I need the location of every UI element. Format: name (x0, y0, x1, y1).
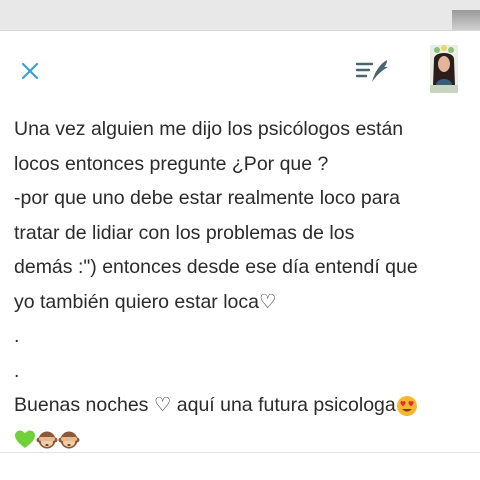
post-line-last: Buenas noches ♡ aquí una futura psicolog… (14, 388, 470, 423)
post-line: locos entonces pregunte ¿Por que ? (14, 152, 329, 175)
divider (0, 452, 480, 453)
post-line-text: Buenas noches ♡ aquí una futura psicolog… (14, 394, 396, 416)
post-line: yo también quiero estar loca♡ (14, 290, 277, 313)
post-line: tratar de lidiar con los problemas de lo… (14, 221, 355, 244)
status-thumbnail (452, 10, 480, 30)
see-no-evil-monkey-emoji (36, 431, 58, 449)
publish-button[interactable] (352, 53, 394, 89)
user-avatar[interactable] (430, 45, 458, 93)
close-button[interactable] (14, 55, 46, 87)
green-heart-emoji (15, 430, 35, 449)
avatar-image (430, 45, 458, 93)
post-line: -por que uno debe estar realmente loco p… (14, 187, 400, 209)
heart-eyes-emoji (396, 395, 417, 416)
see-no-evil-monkey-emoji (58, 431, 80, 449)
post-line: Una vez alguien me dijo los psicólogos e… (14, 118, 404, 140)
post-line: . (14, 325, 20, 347)
status-strip (0, 0, 480, 30)
post-line: demás :") entonces desde ese día entendí… (14, 256, 418, 278)
publish-quill-icon (355, 60, 388, 82)
editor-header (0, 30, 480, 111)
close-icon (21, 62, 39, 80)
post-body[interactable]: Una vez alguien me dijo los psicólogos e… (14, 112, 470, 457)
post-line: . (14, 359, 20, 382)
